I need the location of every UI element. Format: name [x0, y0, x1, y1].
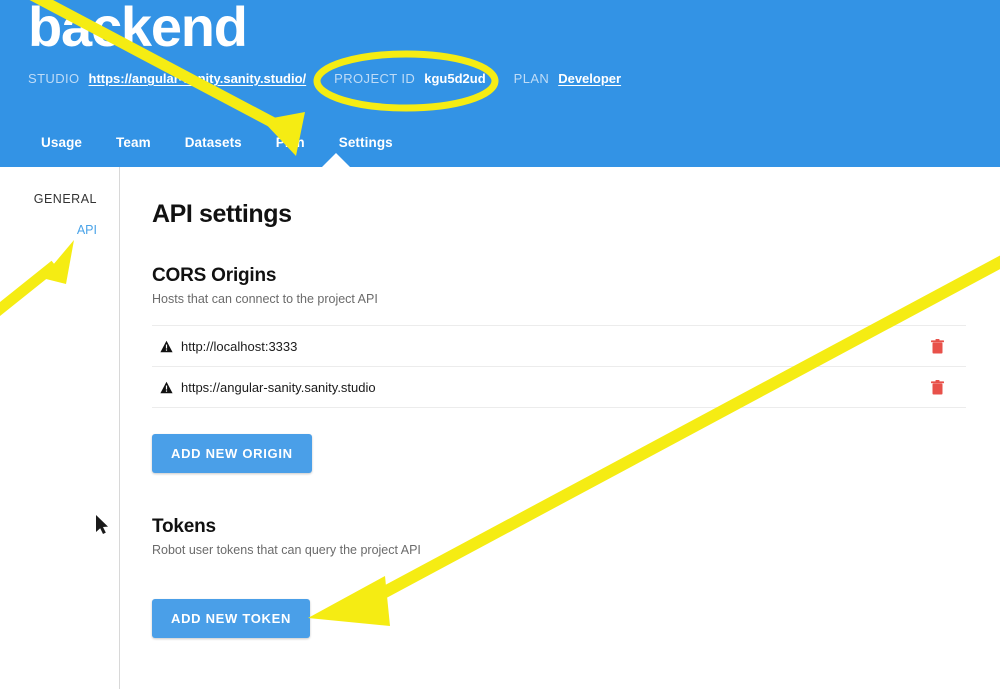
screenshot-root: backend STUDIO https://angular-sanity.sa… [0, 0, 1000, 689]
tokens-section-subtitle: Robot user tokens that can query the pro… [152, 543, 421, 557]
cors-origin-list: http://localhost:3333 https://angular-sa… [152, 325, 966, 408]
origin-url: https://angular-sanity.sanity.studio [181, 379, 376, 395]
settings-content: API settings CORS Origins Hosts that can… [120, 167, 1000, 689]
add-new-origin-button[interactable]: ADD NEW ORIGIN [152, 434, 312, 473]
cors-section-title: CORS Origins [152, 265, 277, 286]
nav-item-settings[interactable]: Settings [322, 135, 410, 150]
page-title: API settings [152, 200, 292, 228]
cors-section-subtitle: Hosts that can connect to the project AP… [152, 292, 378, 306]
trash-icon[interactable] [929, 338, 945, 355]
add-new-token-button[interactable]: ADD NEW TOKEN [152, 599, 311, 638]
brand-title: backend [28, 0, 248, 58]
nav-item-team[interactable]: Team [99, 135, 168, 150]
nav-item-usage[interactable]: Usage [24, 135, 99, 150]
warning-triangle-icon [160, 381, 173, 394]
plan-value-link[interactable]: Developer [558, 71, 621, 86]
main-nav: Usage Team Datasets Plan Settings [24, 135, 410, 150]
warning-triangle-icon [160, 340, 173, 353]
project-meta-row: STUDIO https://angular-sanity.sanity.stu… [28, 71, 621, 86]
tokens-section-title: Tokens [152, 516, 216, 537]
sidebar-heading-general: GENERAL [33, 192, 97, 206]
spacer-before-tokens [152, 473, 966, 516]
table-row[interactable]: http://localhost:3333 [152, 326, 966, 367]
project-id-value: kgu5d2ud [424, 71, 486, 86]
spacer-after-origins [152, 408, 966, 434]
app-header: backend STUDIO https://angular-sanity.sa… [0, 0, 1000, 167]
sidebar-item-api[interactable]: API [0, 223, 97, 237]
spacer-before-token-button [152, 576, 966, 599]
page-body: GENERAL API API settings CORS Origins Ho… [0, 167, 1000, 689]
settings-sidebar: GENERAL API [0, 167, 120, 689]
studio-label: STUDIO [28, 71, 80, 86]
nav-item-plan[interactable]: Plan [259, 135, 322, 150]
trash-icon[interactable] [929, 379, 945, 396]
nav-item-datasets[interactable]: Datasets [168, 135, 259, 150]
studio-url-link[interactable]: https://angular-sanity.sanity.studio/ [89, 71, 307, 86]
project-id-label: PROJECT ID [334, 71, 416, 86]
table-row[interactable]: https://angular-sanity.sanity.studio [152, 367, 966, 408]
origin-url: http://localhost:3333 [181, 338, 298, 354]
active-tab-pointer [322, 153, 350, 167]
plan-label: PLAN [513, 71, 550, 86]
